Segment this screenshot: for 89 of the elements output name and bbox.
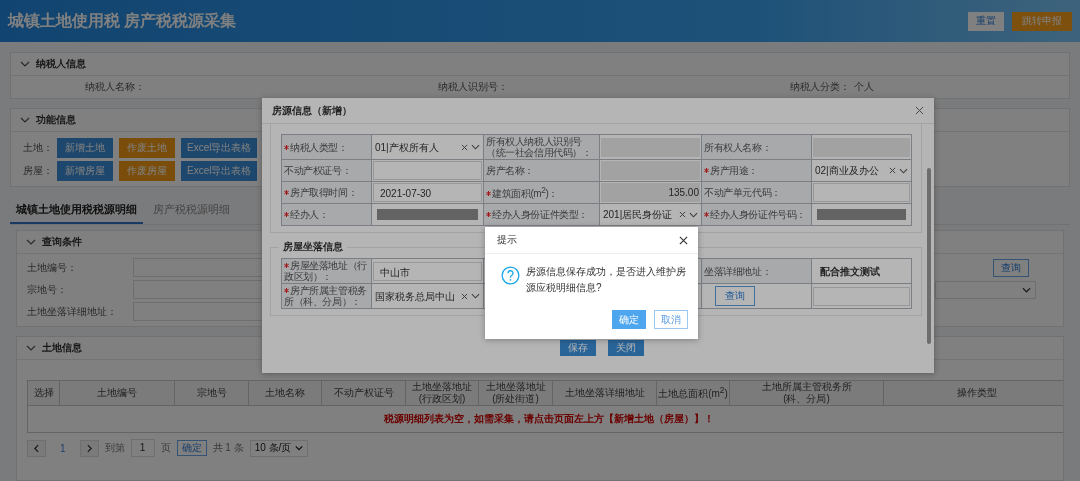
chevron-right-icon <box>86 443 92 453</box>
panel-title: 功能信息 <box>36 113 76 127</box>
scrollbar[interactable] <box>927 168 931 344</box>
action-button[interactable]: Excel导出表格 <box>181 138 258 158</box>
action-button[interactable]: 新增房屋 <box>57 161 113 181</box>
page-input[interactable]: 1 <box>130 439 155 457</box>
clear-icon[interactable] <box>679 211 686 218</box>
input-field[interactable]: 2021-07-30 <box>373 183 482 202</box>
prompt-message: 房源信息保存成功，是否进入维护房源应税明细信息? <box>526 265 686 295</box>
question-icon <box>501 266 520 285</box>
column-header: 土地总面积(m$^{2}$) <box>656 380 730 406</box>
column-header: 不动产权证号 <box>321 380 406 406</box>
empty-message: 税源明细列表为空，如需采集，请点击页面左上方【新增土地（房屋）】！ <box>383 413 714 424</box>
panel-title: 查询条件 <box>42 235 82 249</box>
column-header: 宗地号 <box>174 380 249 406</box>
panel-title: 纳税人信息 <box>36 57 86 71</box>
input-field[interactable] <box>813 286 910 306</box>
column-header: 土地所属主管税务所 (科、分局) <box>729 380 884 406</box>
chevron-left-icon <box>34 443 39 453</box>
field-label: 不动产权证号： <box>281 159 372 182</box>
caret-icon <box>899 167 908 174</box>
field-label: 房产所属主管税务所（科、分局）： <box>281 283 372 309</box>
header-button[interactable]: 重置 <box>968 11 1004 31</box>
previous-page-button[interactable] <box>27 439 46 457</box>
column-header: 土地编号 <box>59 380 175 406</box>
field-label: 所有权人纳税人识别号（统一社会信用代码）： <box>483 134 600 160</box>
dialog-button[interactable]: 关闭 <box>608 340 644 356</box>
caret-icon <box>295 445 304 451</box>
section-title: 房屋坐落信息 <box>279 240 347 254</box>
field-label: 纳税人类型： <box>281 134 372 160</box>
input-field[interactable]: 中山市 <box>373 261 482 281</box>
action-button[interactable]: 作废房屋 <box>119 161 175 181</box>
field-label: 经办人： <box>281 203 372 226</box>
header-button[interactable]: 跳转申报 <box>1012 11 1072 31</box>
action-button[interactable]: 新增土地 <box>57 138 113 158</box>
clear-icon[interactable] <box>889 167 896 174</box>
dialog-title: 房源信息（新增） <box>272 103 352 118</box>
prompt-button[interactable]: 确定 <box>612 310 646 329</box>
column-header: 土地坐落地址 (所处街道) <box>478 380 553 406</box>
field-label: 纳税人名称： <box>85 80 145 94</box>
column-header: 土地坐落地址 (行政区划) <box>405 380 479 406</box>
field-label: 所有权人名称： <box>701 134 812 160</box>
query-button[interactable]: 查询 <box>715 286 755 306</box>
field-label: 宗地号： <box>27 282 68 297</box>
page-size-select[interactable]: 10 条/页 <box>249 439 309 457</box>
close-icon[interactable] <box>679 235 688 245</box>
column-header: 土地坐落详细地址 <box>552 380 657 406</box>
field-label: 房产取得时间： <box>281 181 372 204</box>
field-label: 纳税人分类： <box>790 80 851 94</box>
chevron-icon[interactable] <box>20 61 30 67</box>
input-field[interactable] <box>813 183 910 202</box>
confirm-button[interactable]: 确定 <box>176 440 207 456</box>
prompt-button[interactable]: 取消 <box>654 310 688 329</box>
column-header: 选择 <box>27 380 60 406</box>
caret-icon <box>471 144 480 150</box>
chevron-icon[interactable] <box>26 345 36 351</box>
field-label: 房屋坐落地址（行政区划）： <box>281 258 372 284</box>
row-label: 房屋： <box>23 164 51 178</box>
action-button[interactable]: 作废土地 <box>119 138 175 158</box>
action-button[interactable]: Excel导出表格 <box>181 161 258 181</box>
pager-label: 页 <box>160 441 171 455</box>
tab[interactable]: 城镇土地使用税税源明细 <box>10 198 143 224</box>
next-page-button[interactable] <box>79 439 99 457</box>
column-header: 土地名称 <box>248 380 322 406</box>
chevron-icon[interactable] <box>26 239 36 245</box>
page-number[interactable]: 1 <box>52 442 74 454</box>
caret-icon <box>1022 286 1031 293</box>
field-label: 纳税人识别号： <box>437 80 508 94</box>
caret-icon <box>471 293 480 299</box>
search-button[interactable]: 查询 <box>993 258 1029 277</box>
chevron-icon[interactable] <box>20 117 30 123</box>
clear-icon[interactable] <box>461 143 468 151</box>
input-field[interactable] <box>373 161 482 180</box>
select-field[interactable]: 02|商业及办公 <box>813 161 910 180</box>
panel-title: 土地信息 <box>42 341 82 355</box>
column-header: 操作类型 <box>883 380 1063 406</box>
field-label: 土地编号： <box>27 260 78 275</box>
total-count: 共 1 条 <box>212 441 244 455</box>
row-label: 土地： <box>23 141 51 155</box>
caret-icon <box>689 211 698 218</box>
field-label: 坐落详细地址： <box>701 258 812 284</box>
select-field[interactable] <box>935 280 1036 299</box>
dialog-title: 提示 <box>497 233 517 247</box>
field-value: 配合推文测试 <box>811 258 912 284</box>
dialog-button[interactable]: 保存 <box>560 340 596 356</box>
select-field[interactable]: 201|居民身份证 <box>601 205 700 224</box>
field-label: 土地坐落详细地址： <box>27 304 118 319</box>
page-title: 城镇土地使用税 房产税税源采集 <box>8 10 237 31</box>
clear-icon[interactable] <box>461 292 468 300</box>
